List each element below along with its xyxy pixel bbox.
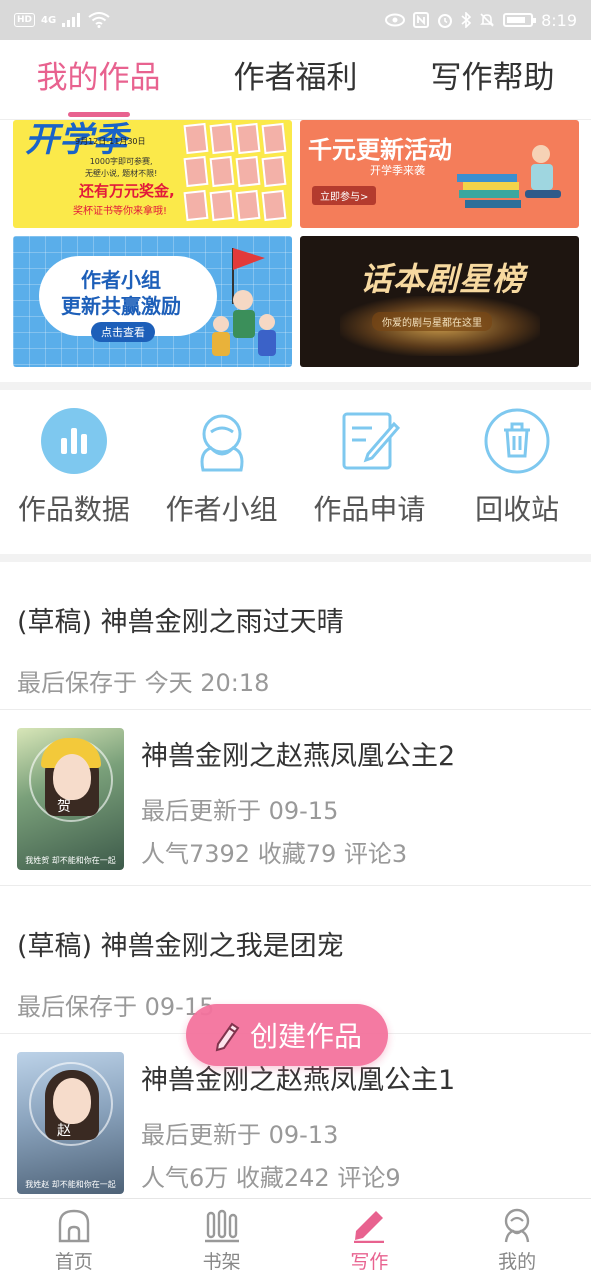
reading-illustration — [457, 145, 561, 208]
work-item-draft[interactable]: (草稿) 神兽金刚之雨过天晴 最后保存于 今天 20:18 — [0, 562, 591, 710]
banner-b3-line2: 更新共赢激励 — [61, 294, 181, 318]
nav-write-label: 写作 — [350, 1251, 389, 1273]
cover-caption: 我姓赵 却不能和你在一起 — [25, 1180, 116, 1189]
work-stats: 人气7392 收藏79 评论3 — [141, 840, 408, 868]
banner-b1-line1: 1000字即可参赛, — [89, 157, 153, 166]
banner-b4-subtitle: 你爱的剧与星都在这里 — [372, 312, 492, 331]
banner-b1-prize: 还有万元奖金, — [79, 182, 175, 200]
bookshelf-icon — [204, 1209, 239, 1243]
banner-drama-star-list[interactable]: 话本剧星榜 你爱的剧与星都在这里 — [300, 236, 579, 367]
banner-b3-button[interactable]: 点击查看 — [91, 322, 155, 342]
action-author-group-label: 作者小组 — [165, 493, 278, 526]
edit-document-icon — [336, 408, 402, 474]
work-stats: 人气6万 收藏242 评论9 — [141, 1164, 401, 1192]
nav-profile-label: 我的 — [498, 1251, 537, 1273]
cover-caption: 我姓贺 却不能和你在一起 — [25, 856, 116, 865]
banner-b2-title: 千元更新活动 — [308, 136, 452, 164]
hd-badge: HD — [14, 13, 36, 27]
status-time: 8:19 — [541, 10, 577, 30]
tab-author-benefits[interactable]: 作者福利 — [197, 40, 394, 119]
nav-home-label: 首页 — [54, 1251, 93, 1273]
pen-icon — [354, 1211, 385, 1243]
action-works-apply[interactable]: 作品申请 — [296, 390, 444, 554]
works-list: (草稿) 神兽金刚之雨过天晴 最后保存于 今天 20:18 贺 我姓贺 却不能和… — [0, 562, 591, 1210]
signal-icon — [62, 13, 81, 27]
status-bar: HD 4G 8:19 — [0, 0, 591, 40]
mute-icon — [480, 13, 494, 27]
nfc-icon — [413, 12, 430, 28]
home-icon — [58, 1209, 90, 1243]
cover-character: 贺 — [57, 799, 71, 815]
group-illustration — [212, 248, 276, 356]
banner-b3-line1: 作者小组 — [81, 268, 161, 292]
banner-b1-cert: 奖杯证书等你来拿哦! — [73, 206, 168, 217]
banner-b2-button[interactable]: 立即参与> — [312, 186, 377, 205]
tab-writing-help[interactable]: 写作帮助 — [394, 40, 591, 119]
work-info: 神兽金刚之赵燕凤凰公主1 最后更新于 09-13 人气6万 收藏242 评论9 — [141, 1058, 455, 1193]
action-author-group[interactable]: 作者小组 — [148, 390, 296, 554]
bar-chart-icon — [40, 408, 107, 474]
banner-update-event[interactable]: 千元更新活动 开学季来袭 立即参与> — [300, 120, 579, 228]
nav-profile[interactable]: 我的 — [443, 1199, 591, 1280]
banner-b1-line2: 无壁小说, 题材不限! — [85, 169, 158, 178]
banner-b1-date: 9月12日-11月30日 — [75, 137, 146, 146]
tab-my-works[interactable]: 我的作品 — [0, 40, 197, 119]
bluetooth-icon — [461, 12, 472, 28]
nav-bookshelf-label: 书架 — [202, 1251, 241, 1273]
create-work-button[interactable]: 创建作品 — [186, 1004, 388, 1066]
section-divider — [0, 554, 591, 562]
section-divider — [0, 382, 591, 390]
top-tabs: 我的作品 作者福利 写作帮助 — [0, 40, 591, 120]
action-recycle-bin[interactable]: 回收站 — [443, 390, 591, 554]
work-info: 神兽金刚之赵燕凤凰公主2 最后更新于 09-15 人气7392 收藏79 评论3 — [141, 734, 455, 869]
nav-bookshelf[interactable]: 书架 — [148, 1199, 296, 1280]
banner-b4-title: 话本剧星榜 — [360, 260, 526, 298]
work-title: 神兽金刚之赵燕凤凰公主2 — [141, 741, 456, 772]
cover-face — [53, 754, 91, 800]
action-recycle-bin-label: 回收站 — [475, 493, 560, 526]
work-updated-time: 最后更新于 09-15 — [141, 797, 339, 825]
battery-icon — [503, 13, 537, 27]
wifi-icon — [88, 12, 110, 28]
banner-b2-subtitle: 开学季来袭 — [370, 164, 425, 177]
pencil-icon — [215, 1022, 240, 1052]
action-works-data-label: 作品数据 — [17, 493, 130, 526]
banner-back-to-school[interactable]: 开学季 9月12日-11月30日 1000字即可参赛, 无壁小说, 题材不限! … — [13, 120, 292, 228]
action-works-apply-label: 作品申请 — [313, 493, 426, 526]
nav-home[interactable]: 首页 — [0, 1199, 148, 1280]
alarm-icon — [438, 14, 453, 28]
eye-icon — [385, 13, 406, 27]
banner-grid: 开学季 9月12日-11月30日 1000字即可参赛, 无壁小说, 题材不限! … — [0, 120, 591, 382]
quick-actions: 作品数据 作者小组 作品申请 回收站 — [0, 390, 591, 554]
work-title: (草稿) 神兽金刚之雨过天晴 — [17, 607, 344, 638]
work-title: (草稿) 神兽金刚之我是团宠 — [17, 931, 344, 962]
create-work-label: 创建作品 — [249, 1020, 362, 1053]
work-item-published[interactable]: 贺 我姓贺 却不能和你在一起 神兽金刚之赵燕凤凰公主2 最后更新于 09-15 … — [0, 710, 591, 886]
work-updated-time: 最后更新于 09-13 — [141, 1121, 339, 1149]
trash-icon — [484, 408, 550, 474]
nav-write[interactable]: 写作 — [296, 1199, 444, 1280]
signal-label: 4G — [41, 14, 57, 26]
work-cover-image: 赵 我姓赵 却不能和你在一起 — [17, 1052, 124, 1194]
banner-author-group[interactable]: 作者小组 更新共赢激励 点击查看 — [13, 236, 292, 367]
author-group-icon — [189, 408, 255, 474]
banner-b1-photos — [183, 122, 287, 222]
action-works-data[interactable]: 作品数据 — [0, 390, 148, 554]
profile-icon — [504, 1208, 530, 1243]
cover-character: 赵 — [57, 1123, 71, 1139]
work-saved-time: 最后保存于 今天 20:18 — [17, 669, 270, 697]
cover-face — [53, 1078, 91, 1124]
work-cover-image: 贺 我姓贺 却不能和你在一起 — [17, 728, 124, 870]
banner-b1-lines: 1000字即可参赛, 无壁小说, 题材不限! — [85, 156, 157, 180]
bottom-nav: 首页 书架 写作 我的 — [0, 1198, 591, 1280]
